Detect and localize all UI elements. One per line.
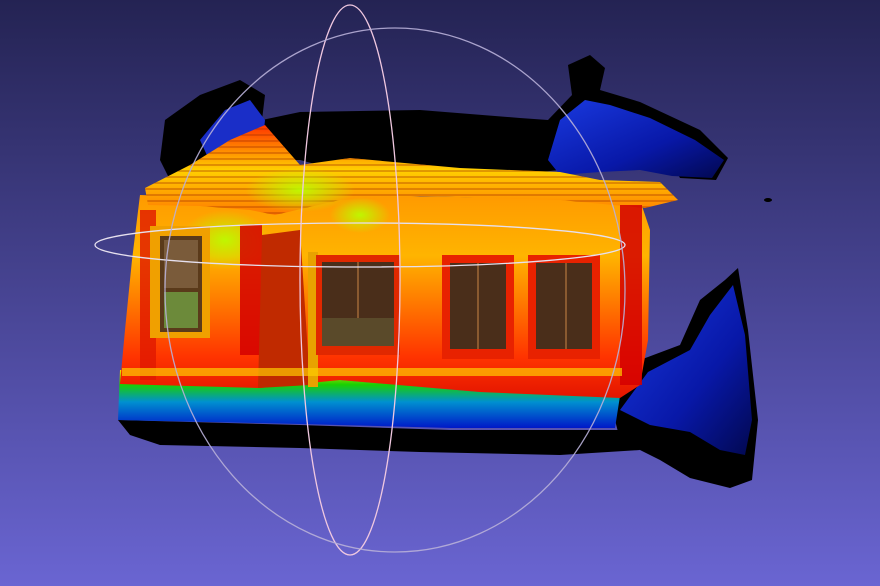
window-4 xyxy=(528,255,600,359)
trim-door-left xyxy=(240,225,262,355)
window-3 xyxy=(442,255,514,359)
plinth xyxy=(122,368,622,376)
stray-point xyxy=(764,198,772,202)
green-highlight-center xyxy=(330,197,390,233)
mesh-scene[interactable] xyxy=(0,0,880,586)
trim-right xyxy=(620,205,642,385)
window-2 xyxy=(316,255,400,355)
window-1 xyxy=(150,226,210,338)
3d-viewport[interactable] xyxy=(0,0,880,586)
